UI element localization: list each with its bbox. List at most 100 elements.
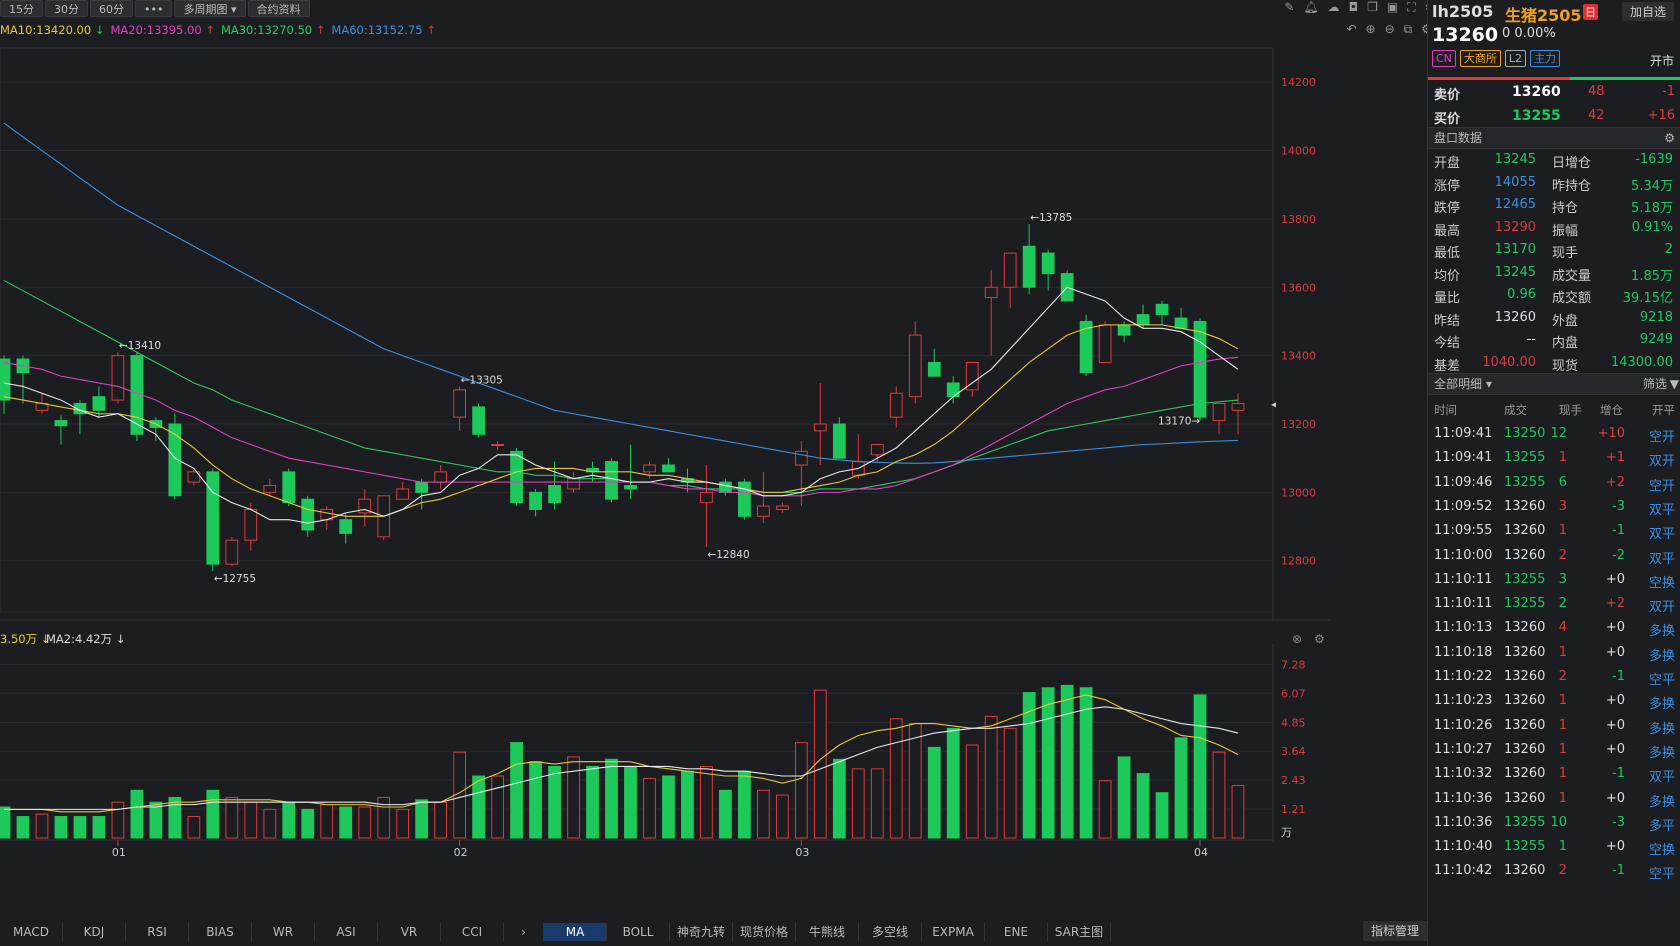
add-favorite-button[interactable]: 加自选 (1621, 2, 1674, 21)
pane-settings-icon[interactable]: ⚙ (1314, 632, 1325, 646)
tick-time: 11:10:32 (1434, 766, 1493, 782)
gear-icon[interactable]: ⚙ (1664, 128, 1675, 148)
volume-bar (396, 808, 410, 839)
current-price-marker-icon: ◂ (1271, 399, 1276, 410)
indicator-tab[interactable]: CCI (441, 923, 504, 941)
x-tick-label: 03 (795, 846, 809, 859)
camera-icon[interactable]: ◘ (1349, 0, 1359, 15)
stat-row: 量比 0.96 成交额 39.15亿 (1428, 284, 1680, 306)
volume-bar (1193, 694, 1207, 839)
vol-tick-label: 3.64 (1281, 745, 1306, 758)
stat-row: 均价 13245 成交量 1.85万 (1428, 262, 1680, 284)
zoom-in-icon[interactable]: ⊕ (1366, 22, 1376, 37)
reset-icon[interactable]: ⧉ (1404, 22, 1413, 37)
volume-bar (946, 727, 960, 839)
indicator-manager-button[interactable]: 指标管理 (1362, 921, 1427, 941)
indicator-tab[interactable]: WR (252, 923, 315, 941)
indicator-tab[interactable]: VR (378, 923, 441, 941)
close-pane-icon[interactable]: ⊗ (1292, 632, 1302, 646)
candle-body (339, 519, 353, 534)
tick-type: 多换 (1648, 721, 1675, 737)
undo-icon[interactable]: ↶ (1346, 22, 1356, 37)
candle-body (1136, 314, 1150, 326)
stat-row: 今结 -- 内盘 9249 (1428, 329, 1680, 351)
tick-time: 11:10:22 (1434, 669, 1493, 684)
tick-volume: 1 (1558, 450, 1567, 466)
indicator-tab[interactable]: KDJ (63, 923, 126, 941)
tick-volume: 2 (1558, 547, 1567, 563)
tick-volume: 1 (1558, 693, 1567, 709)
volume-bar (54, 816, 68, 839)
stat-row: 跌停 12465 持仓 5.18万 (1428, 194, 1680, 216)
indicator-tab[interactable]: SAR主图 (1048, 923, 1111, 941)
tick-volume: 10 (1550, 814, 1567, 830)
stat-label: 内盘 (1552, 336, 1579, 351)
filter-button[interactable]: 筛选 (1643, 374, 1667, 394)
tick-price: 13260 (1504, 790, 1546, 806)
kline-chart[interactable]: 14200 14000 13800 13600 13400 13200 13000 12800… (0, 0, 1340, 920)
tick-row: 11:09:55 13260 1 -1 双平 (1428, 519, 1680, 543)
indicator-tab[interactable]: RSI (126, 923, 189, 941)
tick-time: 11:10:40 (1434, 839, 1493, 855)
stat-value: 5.34万 (1631, 178, 1673, 194)
volume-bar (1117, 756, 1131, 839)
indicator-tab[interactable]: › (504, 923, 544, 941)
indicator-tab[interactable]: MA (544, 923, 607, 941)
tick-volume: 1 (1558, 839, 1567, 855)
tick-time: 11:10:26 (1434, 717, 1493, 733)
stat-label: 振幅 (1552, 223, 1579, 239)
tick-header: 时间 成交 现手 增仓 开平 (1428, 398, 1680, 422)
ma10-line (3, 324, 1239, 517)
indicator-tab[interactable]: 多空线 (859, 923, 922, 941)
stat-label: 外盘 (1552, 313, 1579, 329)
stat-label: 成交量 (1552, 268, 1592, 284)
indicator-tab[interactable]: MACD (0, 923, 63, 941)
tick-time: 11:09:41 (1434, 450, 1493, 466)
stat-value: 13170 (1494, 242, 1536, 257)
stat-label: 均价 (1434, 268, 1461, 284)
filter-icon[interactable]: ▼ (1670, 374, 1679, 394)
volume-bar (662, 775, 675, 839)
symbol-name: 生猪2505 (1505, 6, 1582, 25)
ask-price: 13260 (1512, 84, 1561, 100)
stat-label: 今结 (1434, 336, 1461, 351)
volume-bar (1155, 792, 1169, 839)
volume-bar (339, 806, 353, 839)
market-status: 开市 (1649, 54, 1674, 68)
volume-bar (92, 816, 106, 839)
tick-type: 空开 (1648, 430, 1675, 445)
volume-bar (472, 775, 486, 839)
price-tick-label: 13800 (1281, 213, 1316, 226)
copy-icon[interactable]: ❐ (1367, 0, 1378, 15)
indicator-tab[interactable]: EXPMA (922, 923, 985, 941)
volume-bar (415, 799, 429, 839)
layout-icon[interactable]: ▣ (1387, 0, 1398, 15)
indicator-tab[interactable]: BOLL (607, 923, 670, 941)
tick-price: 13255 (1504, 814, 1546, 830)
candle-body (54, 420, 68, 427)
stat-value: 12465 (1494, 197, 1536, 212)
indicator-tab[interactable]: ENE (985, 923, 1048, 941)
tick-price: 13260 (1504, 523, 1546, 539)
x-tick-label: 01 (112, 846, 126, 859)
indicator-tab[interactable]: BIAS (189, 923, 252, 941)
indicator-tab[interactable]: 现货价格 (733, 923, 796, 941)
tick-type: 多换 (1648, 794, 1675, 810)
candle-body (548, 485, 561, 504)
candle-body (529, 491, 542, 510)
tick-row: 11:10:23 13260 1 +0 多换 (1428, 689, 1680, 713)
volume-bar (491, 775, 504, 839)
zoom-out-icon[interactable]: ⊖ (1385, 22, 1395, 37)
volume-bar (643, 777, 656, 839)
candle-body (605, 461, 618, 500)
fullscreen-icon[interactable]: ⛶ (1407, 0, 1415, 15)
tick-time: 11:10:11 (1434, 571, 1493, 587)
tick-oi: +10 (1597, 426, 1625, 441)
indicator-tab[interactable]: 神奇九转 (670, 923, 733, 941)
candle-body (813, 423, 827, 432)
stat-row: 涨停 14055 昨持仓 5.34万 (1428, 172, 1680, 194)
candle-body (206, 471, 220, 565)
indicator-tab[interactable]: ASI (315, 923, 378, 941)
indicator-tab[interactable]: 牛熊线 (796, 923, 859, 941)
detail-dropdown[interactable]: 全部明细 ▾ (1434, 377, 1492, 391)
